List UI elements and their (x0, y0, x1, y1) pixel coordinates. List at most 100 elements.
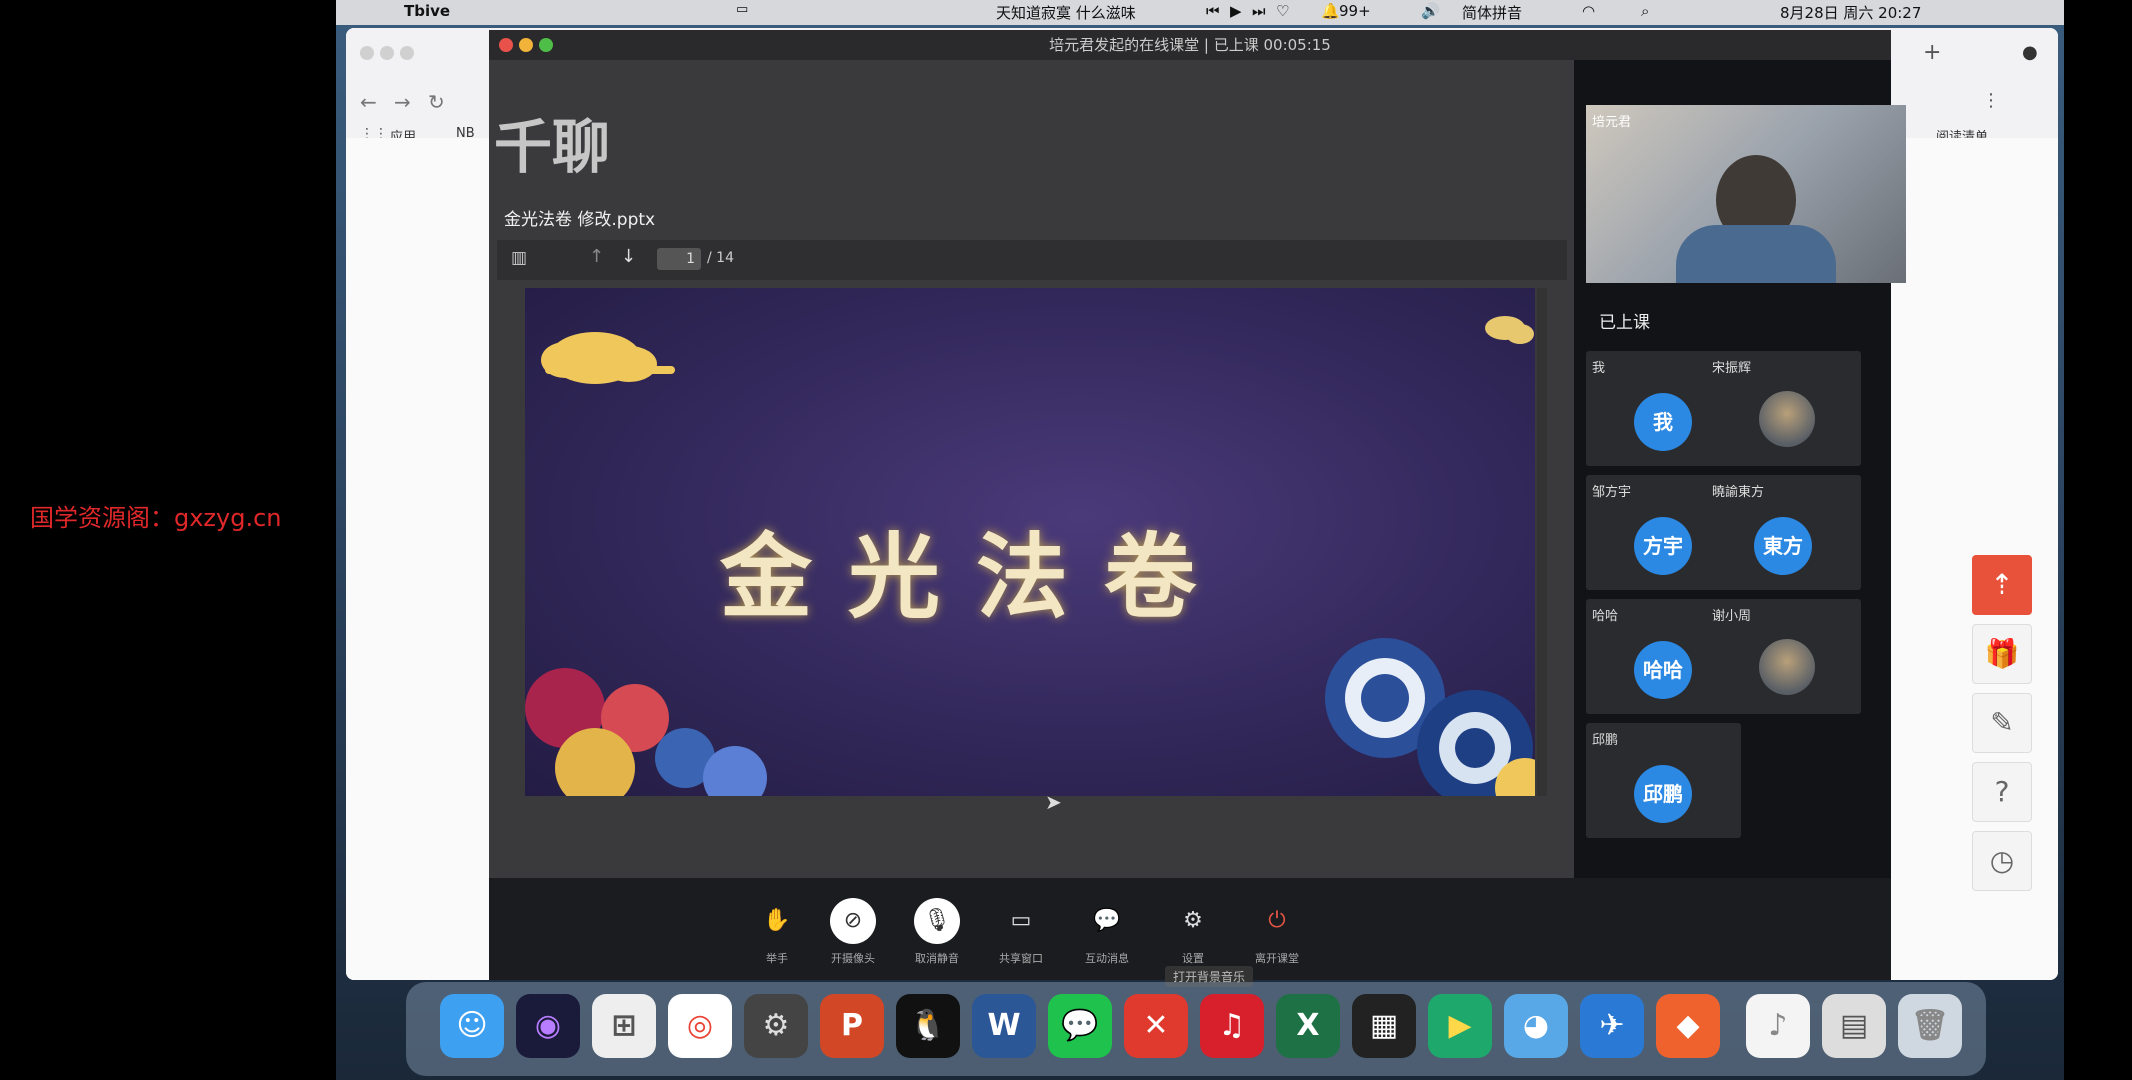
search-icon[interactable]: ⌕ (1641, 2, 1649, 20)
menubar-app-name[interactable]: Tbive (404, 2, 450, 20)
volume-icon[interactable]: 🔊 (1421, 2, 1440, 20)
menubar-input-method[interactable]: 简体拼音 (1462, 2, 1522, 23)
control-label: 举手 (766, 952, 788, 965)
participant-avatar: 東方 (1754, 517, 1812, 575)
watermark-text: 国学资源阁：gxzyg.cn (30, 504, 282, 532)
siri-icon[interactable]: ◉ (516, 994, 580, 1058)
reminder-icon[interactable]: ◆ (1656, 994, 1720, 1058)
music-file-icon[interactable]: ♪ (1746, 994, 1810, 1058)
browser-minimize-button[interactable] (380, 46, 394, 60)
chrome-icon[interactable]: ◎ (668, 994, 732, 1058)
system-preferences-icon[interactable]: ⚙ (744, 994, 808, 1058)
wifi-icon[interactable]: ◠ (1582, 2, 1595, 20)
menubar-now-playing[interactable]: 天知道寂寞 什么滋味 (996, 2, 1136, 23)
netease-music-icon[interactable]: ♫ (1200, 994, 1264, 1058)
piano-icon[interactable]: ▦ (1352, 994, 1416, 1058)
participant-tile[interactable]: 谢小周 (1706, 599, 1861, 714)
finder-icon[interactable]: ☺ (440, 994, 504, 1058)
xmind-icon[interactable]: ✕ (1124, 994, 1188, 1058)
participant-photo (1759, 639, 1815, 695)
chat-icon: 💬 (1093, 908, 1121, 933)
page-number-input[interactable]: 1 (657, 248, 701, 270)
new-tab-icon[interactable]: + (1923, 40, 1941, 65)
control-button[interactable]: ⊘ 开摄像头 (813, 898, 893, 966)
wechat-icon[interactable]: 💬 (1048, 994, 1112, 1058)
back-to-top-button[interactable]: ⇡ (1972, 555, 2032, 615)
wave-decoration-icon (1325, 638, 1535, 796)
app-logo: 千聊 (494, 113, 611, 181)
back-icon[interactable]: ← (360, 90, 377, 114)
media-prev-icon[interactable]: ⏮ (1206, 2, 1220, 20)
teacher-video[interactable]: 培元君 (1586, 105, 1906, 283)
dock: ☺ ◉ ⊞ ◎ ⚙ P 🐧 W 💬 ✕ ♫ X ▦ ▶ ◕ ✈ ◆ ♪ ▤ 🗑 (406, 982, 1986, 1076)
file-name: 金光法卷 修改.pptx (504, 210, 656, 230)
sidebar-toggle-icon[interactable]: ▥ (511, 248, 527, 268)
conference-window: 培元君发起的在线课堂 | 已上课 00:05:15 千聊 金光法卷 修改.ppt… (489, 30, 1906, 987)
browser-menu-icon[interactable]: ● (2022, 42, 2038, 63)
player-icon[interactable]: ▶ (1428, 994, 1492, 1058)
control-label: 设置 (1182, 952, 1204, 965)
bird-icon[interactable]: ◕ (1504, 994, 1568, 1058)
control-button[interactable]: ✋ 举手 (737, 898, 817, 966)
launchpad-icon[interactable]: ⊞ (592, 994, 656, 1058)
gift-icon[interactable]: 🎁 (1972, 624, 2032, 684)
edit-icon[interactable]: ✎ (1972, 693, 2032, 753)
more-menu-icon[interactable]: ⋮ (1982, 90, 2000, 111)
participant-name: 邹方宇 (1592, 485, 1632, 500)
word-icon[interactable]: W (972, 994, 1036, 1058)
control-button[interactable]: ▭ 共享窗口 (981, 898, 1061, 966)
page-total: / 14 (707, 250, 734, 266)
document-toolbar: ▥ ↑ ↓ 1 / 14 (497, 240, 1567, 280)
printer-icon[interactable]: ▤ (1822, 994, 1886, 1058)
control-button[interactable]: ⚙ 设置 (1153, 898, 1233, 966)
powerpoint-icon[interactable]: P (820, 994, 884, 1058)
teacher-name: 培元君 (1592, 115, 1632, 130)
heart-icon[interactable]: ♡ (1276, 2, 1289, 20)
cloud-icon (541, 332, 675, 384)
trash-icon[interactable]: 🗑 (1898, 994, 1962, 1058)
control-label: 离开课堂 (1255, 952, 1299, 965)
excel-icon[interactable]: X (1276, 994, 1340, 1058)
reload-icon[interactable]: ↻ (428, 90, 445, 114)
control-label: 开摄像头 (831, 952, 875, 965)
participant-photo (1759, 391, 1815, 447)
class-status: 已上课 (1599, 313, 1650, 333)
control-label: 互动消息 (1085, 952, 1129, 965)
participant-tile[interactable]: 邱鹏 邱鹏 (1586, 723, 1741, 838)
control-bar: ✋ 举手 ⊘ 开摄像头 🎙 取消静音 ▭ 共享窗口 💬 互动消息 ⚙ 设置 ⏻ 离开课堂 打开背景音乐 (489, 878, 1891, 987)
browser-close-button[interactable] (360, 46, 374, 60)
slide-canvas: 金光法卷 (525, 288, 1535, 796)
small-cloud-icon (1485, 316, 1534, 344)
participant-tile[interactable]: 宋振辉 (1706, 351, 1861, 466)
media-play-icon[interactable]: ▶ (1230, 2, 1242, 20)
participant-avatar: 哈哈 (1634, 641, 1692, 699)
clock-icon[interactable]: ◷ (1972, 831, 2032, 891)
menu-bar: Tbive ▭ 天知道寂寞 什么滋味 ⏮ ▶ ⏭ ♡ 🔔 99+ 🔊 简体拼音 … (336, 0, 2064, 25)
facetime-icon[interactable]: ▭ (736, 2, 748, 17)
flower-decoration-icon (525, 668, 767, 796)
menubar-datetime[interactable]: 8月28日 周六 20:27 (1780, 2, 1921, 23)
participant-name: 邱鹏 (1592, 733, 1619, 748)
zoom-button[interactable] (539, 38, 553, 52)
help-icon[interactable]: ? (1972, 762, 2032, 822)
media-next-icon[interactable]: ⏭ (1252, 2, 1266, 20)
slide-scrollbar[interactable] (1537, 288, 1547, 796)
presentation-area: 千聊 金光法卷 修改.pptx ▥ ↑ ↓ 1 / 14 金光法卷 ➤ (489, 60, 1574, 908)
browser-zoom-button[interactable] (400, 46, 414, 60)
forward-icon[interactable]: → (394, 90, 411, 114)
close-button[interactable] (499, 38, 513, 52)
dingtalk-icon[interactable]: ✈ (1580, 994, 1644, 1058)
camera-off-icon: ⊘ (830, 898, 876, 944)
participant-avatar: 方宇 (1634, 517, 1692, 575)
leave-icon: ⏻ (1268, 908, 1286, 933)
page-down-icon[interactable]: ↓ (621, 246, 636, 267)
qq-icon[interactable]: 🐧 (896, 994, 960, 1058)
mouse-cursor-icon: ➤ (1045, 790, 1062, 814)
minimize-button[interactable] (519, 38, 533, 52)
notification-bell-icon[interactable]: 🔔 (1321, 2, 1340, 20)
control-button[interactable]: 💬 互动消息 (1067, 898, 1147, 966)
control-button[interactable]: 🎙 取消静音 (897, 898, 977, 966)
control-button[interactable]: ⏻ 离开课堂 (1237, 898, 1317, 966)
page-up-icon[interactable]: ↑ (589, 246, 604, 267)
participant-tile[interactable]: 曉諭東方 東方 (1706, 475, 1861, 590)
